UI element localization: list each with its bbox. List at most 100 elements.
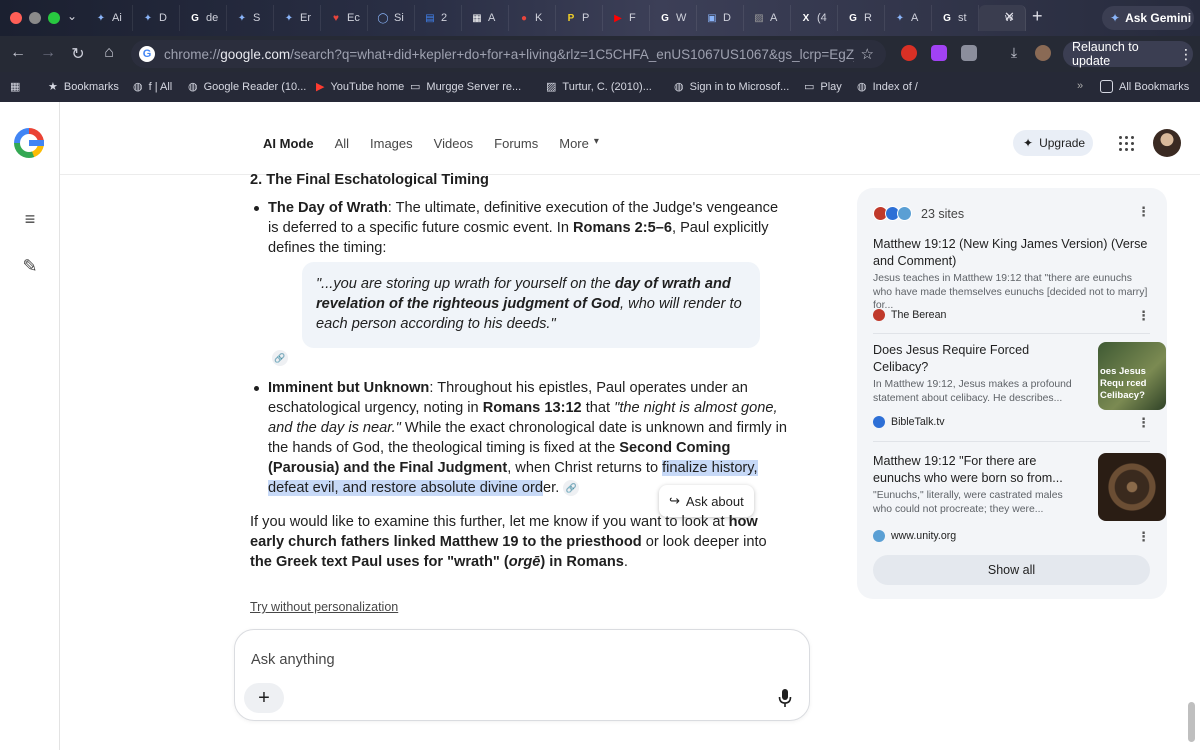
bookmark-item[interactable]: ▶ YouTube home <box>316 80 405 94</box>
new-tab-button[interactable]: + <box>1032 6 1043 27</box>
celibacy-thumbnail[interactable]: oes Jesus Requ rced Celibacy? <box>1098 342 1166 410</box>
source-title[interactable]: Matthew 19:12 (New King James Version) (… <box>873 236 1150 269</box>
browser-tab[interactable]: ▶ F <box>603 5 650 31</box>
ask-anything-box[interactable]: Ask anything + <box>234 629 810 721</box>
bookmark-item[interactable]: ★ Bookmarks <box>48 80 119 94</box>
home-icon[interactable]: ⌂ <box>99 44 119 62</box>
more-vert-icon[interactable]: ⋮ <box>1137 415 1150 431</box>
ask-input-placeholder[interactable]: Ask anything <box>251 652 335 668</box>
close-window-button[interactable] <box>10 12 22 24</box>
browser-tab[interactable]: X (4 <box>791 5 838 31</box>
source-site[interactable]: BibleTalk.tv <box>873 416 945 428</box>
bookmark-item[interactable]: ▭ Play <box>804 80 842 94</box>
microphone-icon[interactable] <box>778 688 792 708</box>
gemini-icon: ✦ <box>143 12 153 24</box>
page-scrollbar[interactable] <box>1188 702 1195 742</box>
minimize-window-button[interactable] <box>29 12 41 24</box>
tab-more[interactable]: More <box>559 136 589 151</box>
browser-tab[interactable]: ✦ Ai <box>86 5 133 31</box>
extension-purple-icon[interactable] <box>931 45 947 61</box>
more-vert-icon[interactable]: ⋮ <box>1179 46 1193 63</box>
source-card-3[interactable]: Matthew 19:12 "For there are eunuchs who… <box>873 453 1166 545</box>
address-bar[interactable]: G chrome://google.com/search?q=what+did+… <box>131 40 886 68</box>
closing-text: or look deeper into <box>641 534 767 550</box>
ask-gemini-button[interactable]: ✦ Ask Gemini <box>1102 6 1194 30</box>
history-list-icon[interactable]: ≡ <box>20 209 40 229</box>
browser-tab[interactable]: ▣ D <box>697 5 744 31</box>
tab-all[interactable]: All <box>335 136 349 151</box>
tab-ai-mode[interactable]: AI Mode <box>263 136 314 151</box>
tab-images[interactable]: Images <box>370 136 413 151</box>
browser-tab[interactable]: GR <box>838 5 885 31</box>
source-title[interactable]: Does Jesus Require Forced Celibacy? <box>873 342 1073 375</box>
new-chat-edit-icon[interactable]: ✎ <box>20 256 40 276</box>
more-vert-icon[interactable]: ⋮ <box>1137 308 1150 324</box>
browser-tab[interactable]: ✦ D <box>133 5 180 31</box>
unity-thumbnail[interactable] <box>1098 453 1166 521</box>
source-title[interactable]: Matthew 19:12 "For there are eunuchs who… <box>873 453 1073 486</box>
clipboard-icon: ▣ <box>707 12 717 24</box>
unity-favicon-icon <box>873 530 885 542</box>
bookmark-item[interactable]: ▨ Turtur, C. (2010)... <box>546 80 652 94</box>
browser-tab[interactable]: ◯ Si <box>368 5 415 31</box>
bookmark-label: YouTube home <box>330 80 405 93</box>
profile-avatar-icon[interactable] <box>1035 45 1051 61</box>
tab-title: Ec <box>347 12 360 24</box>
more-vert-icon[interactable]: ⋮ <box>1137 529 1150 545</box>
browser-tab[interactable]: w <box>979 5 1026 31</box>
add-attachment-plus-icon[interactable]: + <box>244 683 284 713</box>
chevron-down-icon[interactable]: ▾ <box>594 136 599 151</box>
sources-header[interactable]: 23 sites <box>873 206 964 221</box>
bookmark-star-icon[interactable]: ☆ <box>861 45 874 63</box>
account-avatar[interactable] <box>1153 129 1181 157</box>
link-icon[interactable]: 🔗 <box>272 350 288 366</box>
browser-toolbar: ← → ↻ ⌂ G chrome://google.com/search?q=w… <box>0 36 1200 72</box>
bookmark-item[interactable]: ◍ f | All <box>133 80 172 94</box>
tab-search-chevron-icon[interactable]: ⌄ <box>64 9 80 23</box>
bookmark-item[interactable]: ◍ Google Reader (10... <box>188 80 306 94</box>
more-bookmarks-chevron-icon[interactable]: » <box>1077 80 1083 92</box>
relaunch-button[interactable]: Relaunch to update ⋮ <box>1063 40 1193 68</box>
back-arrow-icon[interactable]: ← <box>8 44 28 62</box>
bullet-term: The Day of Wrath <box>268 200 388 216</box>
browser-tab[interactable]: ✦ A <box>885 5 932 31</box>
download-icon[interactable]: ⤓ <box>1004 44 1024 61</box>
google-apps-icon[interactable] <box>1119 136 1134 151</box>
bookmark-item[interactable]: ◍ Index of / <box>857 80 918 94</box>
bookmark-label: Bookmarks <box>63 80 119 93</box>
browser-tab[interactable]: ▦ A <box>462 5 509 31</box>
forward-arrow-icon[interactable]: → <box>38 44 58 62</box>
browser-tab[interactable]: Gst <box>932 5 979 31</box>
browser-tab[interactable]: ✦ S <box>227 5 274 31</box>
link-icon[interactable]: 🔗 <box>563 480 580 497</box>
browser-tab[interactable]: ▤ 2 <box>415 5 462 31</box>
all-bookmarks-button[interactable]: All Bookmarks <box>1100 80 1189 93</box>
tab-videos[interactable]: Videos <box>434 136 474 151</box>
bookmark-item[interactable]: ▭ Murgge Server re... <box>410 80 521 94</box>
browser-tab[interactable]: ♥ Ec <box>321 5 368 31</box>
source-card-2[interactable]: Does Jesus Require Forced Celibacy? In M… <box>873 342 1166 442</box>
more-vert-icon[interactable]: ⋮ <box>1137 204 1150 220</box>
extension-puzzle-icon[interactable] <box>961 45 977 61</box>
source-site[interactable]: The Berean <box>873 309 946 321</box>
browser-tab[interactable]: Gde <box>180 5 227 31</box>
upgrade-button[interactable]: ✦ Upgrade <box>1013 130 1093 156</box>
bookmark-item[interactable]: ◍ Sign in to Microsof... <box>674 80 789 94</box>
docs-icon: ▤ <box>425 12 435 24</box>
source-site[interactable]: www.unity.org <box>873 530 956 542</box>
show-all-button[interactable]: Show all <box>873 555 1150 585</box>
browser-tab[interactable]: PP <box>556 5 603 31</box>
browser-tab[interactable]: ✦ Er <box>274 5 321 31</box>
tab-forums[interactable]: Forums <box>494 136 538 151</box>
try-without-personalization-link[interactable]: Try without personalization <box>250 600 398 614</box>
browser-tab[interactable]: ● K <box>509 5 556 31</box>
browser-tab[interactable]: ▨ A <box>744 5 791 31</box>
maximize-window-button[interactable] <box>48 12 60 24</box>
extension-red-icon[interactable] <box>901 45 917 61</box>
close-tab-icon[interactable]: ✕ <box>1004 9 1015 25</box>
apps-grid-icon[interactable]: ▦ <box>10 80 20 93</box>
tab-title: R <box>864 12 872 24</box>
browser-tab[interactable]: GW <box>650 5 697 31</box>
reload-icon[interactable]: ↻ <box>68 44 88 64</box>
source-card-1[interactable]: Matthew 19:12 (New King James Version) (… <box>873 236 1150 334</box>
